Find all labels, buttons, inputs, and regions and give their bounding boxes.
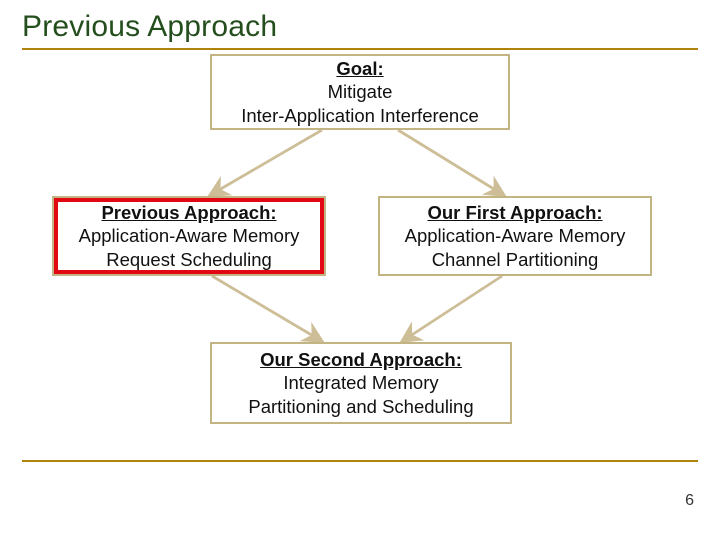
first-line1: Application-Aware Memory xyxy=(405,224,626,248)
first-approach-box: Our First Approach: Application-Aware Me… xyxy=(378,196,652,276)
second-line1: Integrated Memory xyxy=(283,371,438,395)
previous-heading: Previous Approach: xyxy=(101,201,276,225)
page-title: Previous Approach xyxy=(22,10,698,44)
previous-approach-box: Previous Approach: Application-Aware Mem… xyxy=(52,196,326,276)
second-line2: Partitioning and Scheduling xyxy=(248,395,473,419)
first-line2: Channel Partitioning xyxy=(432,248,599,272)
goal-line2: Inter-Application Interference xyxy=(241,104,479,128)
arrow-first-to-second xyxy=(404,276,502,340)
previous-line2: Request Scheduling xyxy=(106,248,272,272)
first-heading: Our First Approach: xyxy=(427,201,602,225)
footer-rule xyxy=(22,460,698,462)
slide: Previous Approach Goal: Mitigate Inter-A… xyxy=(0,0,720,540)
goal-line1: Mitigate xyxy=(328,80,393,104)
second-heading: Our Second Approach: xyxy=(260,348,462,372)
page-number: 6 xyxy=(685,492,694,510)
goal-heading: Goal: xyxy=(336,57,383,81)
diagram-canvas: Goal: Mitigate Inter-Application Interfe… xyxy=(22,50,698,460)
arrow-goal-to-previous xyxy=(212,130,322,194)
arrow-goal-to-first xyxy=(398,130,502,194)
arrow-previous-to-second xyxy=(212,276,320,340)
goal-box: Goal: Mitigate Inter-Application Interfe… xyxy=(210,54,510,130)
previous-line1: Application-Aware Memory xyxy=(79,224,300,248)
second-approach-box: Our Second Approach: Integrated Memory P… xyxy=(210,342,512,424)
